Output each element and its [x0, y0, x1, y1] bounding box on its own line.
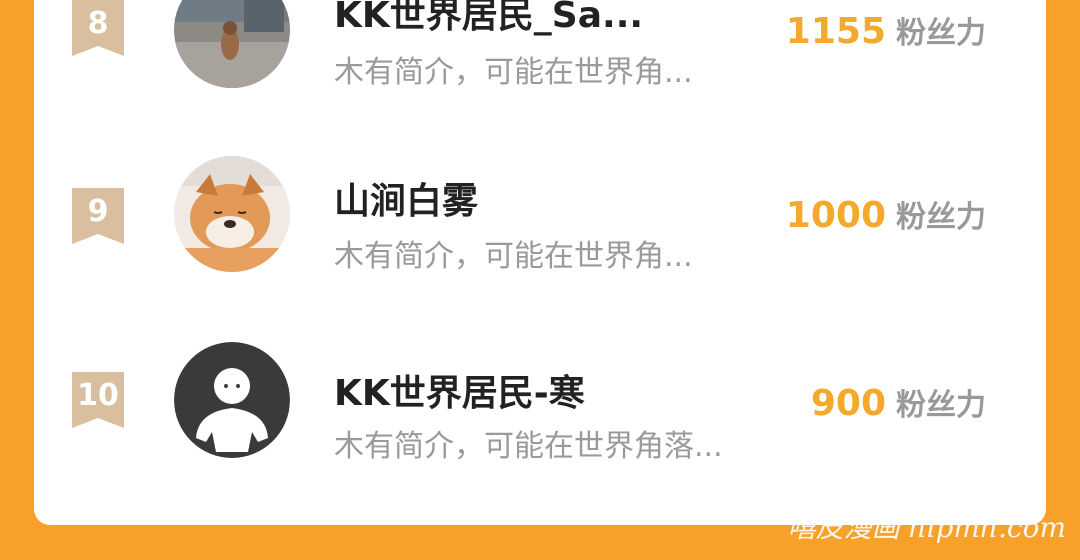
rank-number: 8 [87, 6, 109, 41]
rank-badge: 8 [72, 0, 124, 56]
score-unit: 粉丝力 [896, 388, 986, 423]
user-intro: 木有简介，可能在世界角... [334, 55, 693, 90]
rank-badge: 9 [72, 188, 124, 244]
ranking-card: 8 KK世界居民_Sa... 木有简介，可能在世界角... 1155 粉丝力 9 [34, 0, 1046, 525]
avatar[interactable] [174, 156, 290, 272]
fan-power-score: 900 粉丝力 [811, 382, 986, 432]
fan-power-score: 1000 粉丝力 [786, 194, 986, 244]
score-value: 1000 [785, 195, 886, 236]
user-name[interactable]: KK世界居民_Sa... [334, 0, 643, 38]
score-value: 1155 [785, 11, 886, 52]
rank-number: 9 [87, 194, 109, 229]
avatar[interactable] [174, 342, 290, 458]
user-intro: 木有简介，可能在世界角落... [334, 429, 723, 464]
user-name[interactable]: 山涧白雾 [334, 180, 478, 224]
default-avatar-icon [174, 342, 290, 458]
ranking-row[interactable]: 10 KK世界居民-寒 木有简介，可能在世界角落... 900 粉丝力 [34, 336, 1046, 476]
ranking-row[interactable]: 9 山涧白雾 木有简介，可能在世界角... 1000 粉丝力 [34, 150, 1046, 290]
rank-number: 10 [77, 378, 119, 413]
rank-badge: 10 [72, 372, 124, 428]
fan-power-score: 1155 粉丝力 [786, 10, 986, 60]
user-intro: 木有简介，可能在世界角... [334, 239, 693, 274]
score-unit: 粉丝力 [896, 200, 986, 235]
site-watermark: 嘻皮漫画 hipmh.com [787, 511, 1066, 544]
score-value: 900 [810, 383, 886, 424]
score-unit: 粉丝力 [896, 16, 986, 51]
ranking-row[interactable]: 8 KK世界居民_Sa... 木有简介，可能在世界角... 1155 粉丝力 [34, 0, 1046, 100]
avatar[interactable] [174, 0, 290, 88]
user-name[interactable]: KK世界居民-寒 [334, 372, 585, 416]
